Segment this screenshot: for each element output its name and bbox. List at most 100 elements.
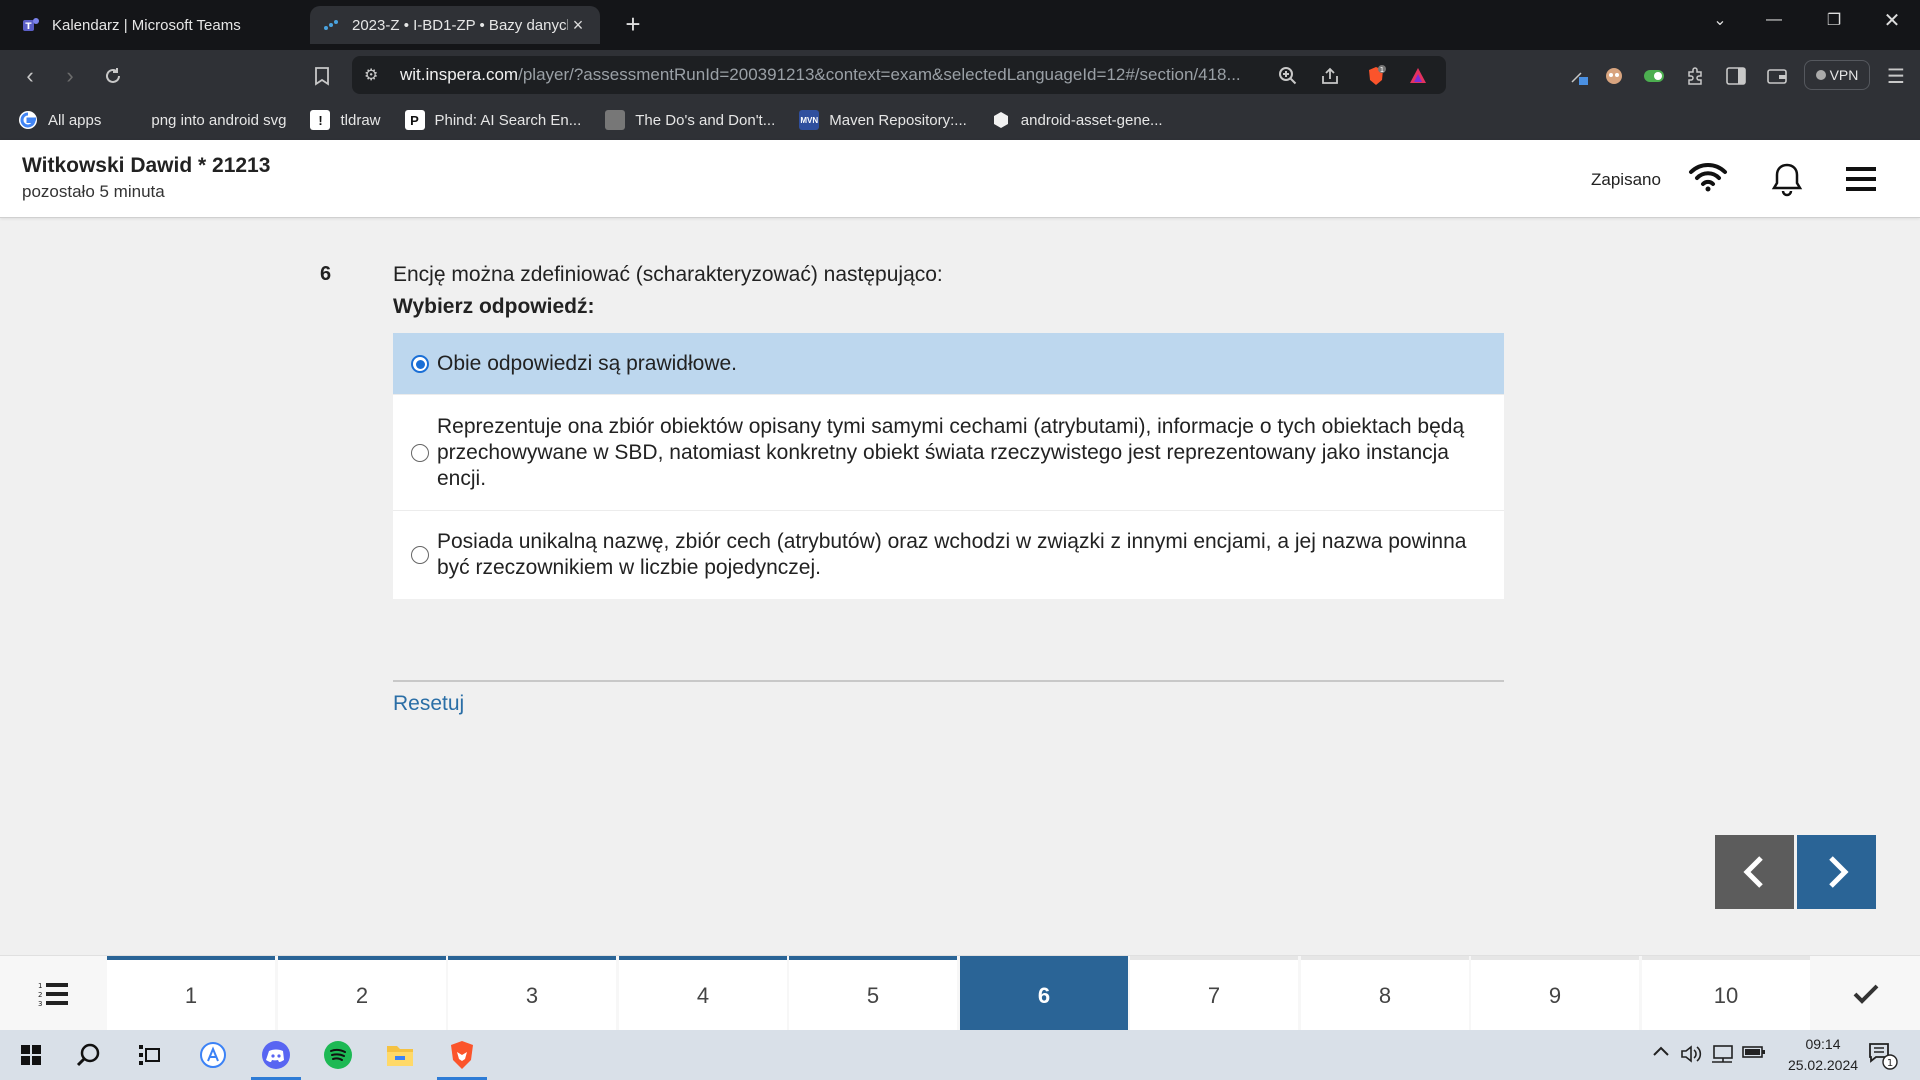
bookmark-label: tldraw [340, 111, 381, 129]
tab-inspera[interactable]: 2023-Z • I-BD1-ZP • Bazy danych × [310, 6, 600, 44]
bookmark-maven[interactable]: MVN Maven Repository:... [799, 110, 967, 130]
radio-button[interactable] [411, 443, 429, 462]
minimize-icon[interactable]: — [1744, 0, 1804, 40]
answer-text: Reprezentuje ona zbiór obiektów opisany … [437, 414, 1465, 490]
table-of-contents-icon[interactable]: 1 2 3 [0, 956, 105, 1031]
bookmark-png-svg[interactable]: png into android svg [151, 112, 286, 129]
question-nav-6[interactable]: 6 [960, 956, 1128, 1031]
answer-option-3[interactable]: Posiada unikalną nazwę, zbiór cech (atry… [393, 511, 1504, 599]
wifi-icon[interactable] [1688, 162, 1728, 192]
answer-text: Posiada unikalną nazwę, zbiór cech (atry… [437, 530, 1467, 579]
tab-title: Kalendarz | Microsoft Teams [52, 16, 241, 34]
app-store-icon[interactable] [184, 1030, 242, 1080]
bookmark-label: The Do's and Don't... [635, 111, 776, 129]
brave-rewards-icon[interactable] [1406, 65, 1430, 87]
chevron-left-icon [1742, 856, 1763, 888]
close-window-icon[interactable]: ✕ [1862, 0, 1920, 40]
brave-icon[interactable] [433, 1030, 491, 1080]
brave-shields-icon[interactable]: 1 [1364, 65, 1388, 87]
reload-icon[interactable] [97, 60, 129, 92]
notifications-bell-icon[interactable] [1770, 162, 1804, 198]
bookmark-tldraw[interactable]: ! tldraw [310, 110, 381, 130]
candidate-name: Witkowski Dawid * 21213 [22, 154, 271, 177]
cube-icon [991, 110, 1011, 130]
bookmark-icon[interactable] [306, 60, 338, 92]
answer-option-2[interactable]: Reprezentuje ona zbiór obiektów opisany … [393, 395, 1504, 511]
volume-icon[interactable] [1680, 1044, 1702, 1069]
bookmark-label: png into android svg [151, 111, 287, 129]
radio-button[interactable] [411, 546, 429, 564]
question-nav-8[interactable]: 8 [1301, 956, 1469, 1031]
svg-text:3: 3 [38, 1000, 42, 1008]
forward-icon[interactable]: › [54, 60, 86, 92]
vpn-status-icon [1815, 70, 1826, 80]
bookmark-dos-donts[interactable]: The Do's and Don't... [605, 110, 775, 130]
reset-link[interactable]: Resetuj [393, 692, 464, 716]
wallet-icon[interactable] [1765, 64, 1789, 88]
windows-start-icon[interactable] [2, 1030, 60, 1080]
spotify-icon[interactable] [309, 1030, 367, 1080]
back-icon[interactable]: ‹ [14, 60, 46, 92]
answer-option-1[interactable]: Obie odpowiedzi są prawidłowe. [393, 333, 1504, 395]
extension-avatar-icon[interactable] [1602, 64, 1626, 88]
chevron-right-icon [1828, 856, 1849, 888]
extension-toggle-icon[interactable] [1642, 64, 1666, 88]
question-nav-3[interactable]: 3 [448, 956, 616, 1031]
hamburger-menu-icon[interactable] [1846, 166, 1876, 192]
new-tab-button[interactable]: + [618, 8, 648, 42]
bookmark-all-apps[interactable]: All apps [18, 110, 101, 130]
search-icon[interactable] [60, 1030, 118, 1080]
network-icon[interactable] [1710, 1044, 1734, 1069]
clock-date[interactable]: 25.02.2024 [1778, 1057, 1868, 1073]
bookmark-phind[interactable]: P Phind: AI Search En... [404, 110, 581, 130]
question-nav-4[interactable]: 4 [619, 956, 787, 1031]
time-remaining: pozostało 5 minuta [22, 182, 165, 201]
file-explorer-icon[interactable] [371, 1030, 429, 1080]
question-nav-5[interactable]: 5 [789, 956, 957, 1031]
sidebar-icon[interactable] [1724, 64, 1748, 88]
inspera-icon [322, 16, 340, 34]
question-nav-7[interactable]: 7 [1130, 956, 1298, 1031]
share-icon[interactable] [1318, 65, 1342, 87]
radio-button-selected[interactable] [411, 354, 429, 373]
save-status: Zapisano [1591, 170, 1661, 189]
extensions-puzzle-icon[interactable] [1683, 64, 1707, 88]
discord-icon[interactable] [247, 1030, 305, 1080]
browser-tab-bar: T Kalendarz | Microsoft Teams 2023-Z • I… [0, 0, 1920, 50]
finish-checkmark-icon[interactable] [1812, 956, 1920, 1031]
windows-taskbar: 09:14 25.02.2024 1 [0, 1030, 1920, 1080]
site-settings-icon[interactable]: ⚙ [364, 65, 386, 85]
question-navigation-bar: 1 2 3 1 2 3 4 5 6 7 8 9 10 [0, 955, 1920, 1031]
question-nav-9[interactable]: 9 [1471, 956, 1639, 1031]
tab-teams[interactable]: T Kalendarz | Microsoft Teams [10, 6, 300, 44]
next-question-button[interactable] [1797, 835, 1876, 909]
question-nav-2[interactable]: 2 [278, 956, 446, 1031]
question-nav-1[interactable]: 1 [107, 956, 275, 1031]
svg-text:1: 1 [1887, 1058, 1893, 1069]
answer-text: Obie odpowiedzi są prawidłowe. [437, 351, 737, 375]
question-instruction: Wybierz odpowiedź: [393, 295, 595, 318]
address-bar[interactable]: ⚙ wit.inspera.com/player/?assessmentRunI… [352, 56, 1446, 94]
close-tab-icon[interactable]: × [568, 15, 588, 36]
svg-text:T: T [25, 22, 32, 32]
zoom-icon[interactable] [1276, 65, 1300, 87]
notification-center-icon[interactable]: 1 [1868, 1042, 1898, 1075]
chevron-up-icon[interactable] [1652, 1044, 1670, 1062]
vpn-button[interactable]: VPN [1804, 60, 1870, 90]
battery-icon[interactable] [1742, 1044, 1766, 1065]
restore-icon[interactable]: ❐ [1804, 0, 1864, 40]
exam-header: Witkowski Dawid * 21213 pozostało 5 minu… [0, 140, 1920, 218]
browser-menu-icon[interactable]: ☰ [1884, 64, 1908, 88]
phind-icon: P [404, 110, 425, 130]
previous-question-button[interactable] [1715, 835, 1794, 909]
google-icon [18, 110, 38, 130]
task-view-icon[interactable] [120, 1030, 178, 1080]
answer-options: Obie odpowiedzi są prawidłowe. Reprezent… [393, 333, 1504, 599]
extension-pen-icon[interactable] [1568, 64, 1592, 88]
tab-search-icon[interactable]: ⌄ [1690, 0, 1750, 40]
question-nav-10[interactable]: 10 [1642, 956, 1810, 1031]
bookmark-android-asset[interactable]: android-asset-gene... [991, 110, 1163, 130]
clock-time[interactable]: 09:14 [1778, 1036, 1868, 1052]
svg-text:1: 1 [1380, 66, 1384, 74]
thumbnail-icon [605, 110, 626, 130]
